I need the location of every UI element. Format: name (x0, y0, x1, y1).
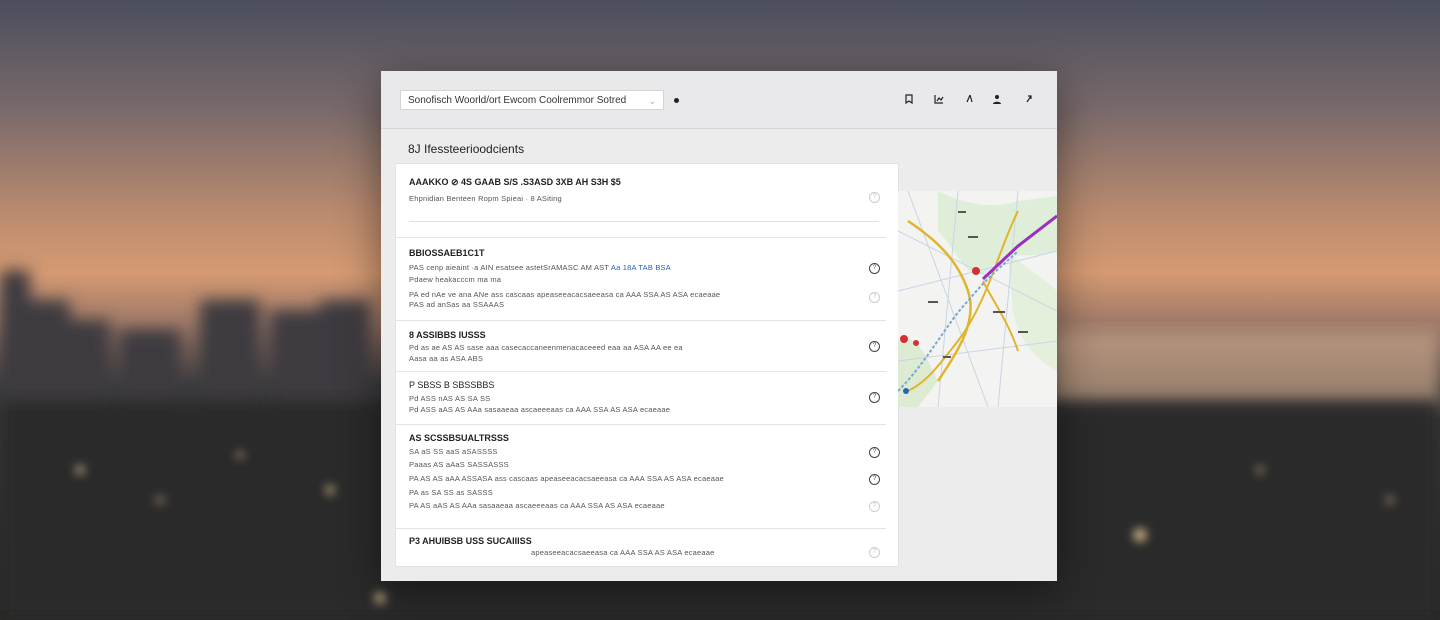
result-line: PAS cenp aieaint ·a AIN esatsee astetSrA… (409, 263, 671, 272)
result-line-highlight: Aa 18A TAB BSA (610, 263, 671, 272)
result-line: Aasa aa as ASA ABS (409, 354, 484, 363)
result-line: SA aS SS aaS aSASSSS (409, 447, 498, 456)
result-line: apeaseeacacsaeeasa ca AAA SSA AS ASA eca… (531, 548, 715, 557)
result-line: Pd as ae AS AS sase aaa casecaccaneenmen… (409, 343, 683, 352)
status-dot-icon (674, 98, 679, 103)
result-line: PA AS aAS AS AAa sasaaeaa ascaeeeaas ca … (409, 501, 665, 510)
result-line: Pdaew heakacccm ma ma (409, 275, 502, 284)
route-map[interactable] (898, 191, 1057, 407)
search-input[interactable]: Sonofisch Woorld/ort Ewcom Coolremmor So… (400, 90, 664, 110)
result-title: AS SCSSBSUALTRSSS (409, 433, 509, 443)
chevron-down-icon[interactable]: ⌄ (648, 91, 656, 111)
result-title: 8 ASSIBBS IUSSS (409, 330, 486, 340)
info-icon[interactable]: ? (869, 501, 880, 512)
info-icon[interactable]: ? (869, 474, 880, 485)
result-title: P SBSS B SBSSBBS (409, 380, 495, 390)
result-line: Pd ASS nAS AS SA SS (409, 394, 491, 403)
list-item[interactable]: P3 AHUIBSB USS SUCAIIISS apeaseeacacsaee… (396, 529, 886, 566)
info-icon[interactable]: ? (869, 447, 880, 458)
result-line: Ehpnidian Benteen Ropm Spieai · 8 ASitin… (409, 194, 562, 203)
share-icon[interactable] (1023, 93, 1035, 105)
result-title: P3 AHUIBSB USS SUCAIIISS (409, 536, 532, 546)
info-icon[interactable]: ? (869, 392, 880, 403)
result-line-text: PAS cenp aieaint ·a AIN esatsee astetSrA… (409, 263, 610, 272)
result-title: BBIOSSAEB1C1T (409, 248, 485, 258)
cursor-icon[interactable] (963, 93, 975, 105)
result-line: PA as SA SS as SASSS (409, 488, 493, 497)
result-line: PA ed nAe ve ana ANe ass cascaas apeasee… (409, 290, 721, 299)
profile-icon[interactable] (991, 93, 1003, 105)
info-icon[interactable]: ? (869, 547, 880, 558)
list-item[interactable]: BBIOSSAEB1C1T PAS cenp aieaint ·a AIN es… (396, 238, 886, 321)
info-icon[interactable]: ? (869, 341, 880, 352)
info-icon[interactable]: ? (869, 192, 880, 203)
chart-icon[interactable] (933, 93, 945, 105)
info-icon[interactable]: ? (869, 292, 880, 303)
info-icon[interactable]: ? (869, 263, 880, 274)
bookmark-icon[interactable] (903, 93, 915, 105)
list-item[interactable]: AAAKKO ⊘ 4S GAAB S/S .S3ASD 3XB AH S3H $… (396, 164, 886, 238)
list-item[interactable]: 8 ASSIBBS IUSSS Pd as ae AS AS sase aaa … (396, 321, 886, 372)
app-window: Sonofisch Woorld/ort Ewcom Coolremmor So… (381, 71, 1057, 581)
result-line: PA AS AS aAA ASSASA ass cascaas apeaseea… (409, 474, 724, 483)
page-title: 8J Ifessteerioodcients (408, 142, 525, 156)
toolbar: Sonofisch Woorld/ort Ewcom Coolremmor So… (381, 71, 1057, 129)
result-line: Pd ASS aAS AS AAa sasaaeaa ascaeeeaas ca… (409, 405, 671, 414)
result-line: PAS ad anSas aa SSAAAS (409, 300, 505, 309)
list-item[interactable]: P SBSS B SBSSBBS Pd ASS nAS AS SA SS Pd … (396, 372, 886, 425)
search-input-value: Sonofisch Woorld/ort Ewcom Coolremmor So… (408, 95, 627, 106)
result-line: Paaas AS aAaS SASSASSS (409, 460, 509, 469)
divider (409, 221, 879, 222)
list-item[interactable]: AS SCSSBSUALTRSSS SA aS SS aaS aSASSSS P… (396, 425, 886, 529)
results-panel: AAAKKO ⊘ 4S GAAB S/S .S3ASD 3XB AH S3H $… (395, 163, 899, 567)
result-title: AAAKKO ⊘ 4S GAAB S/S .S3ASD 3XB AH S3H $… (409, 177, 621, 187)
